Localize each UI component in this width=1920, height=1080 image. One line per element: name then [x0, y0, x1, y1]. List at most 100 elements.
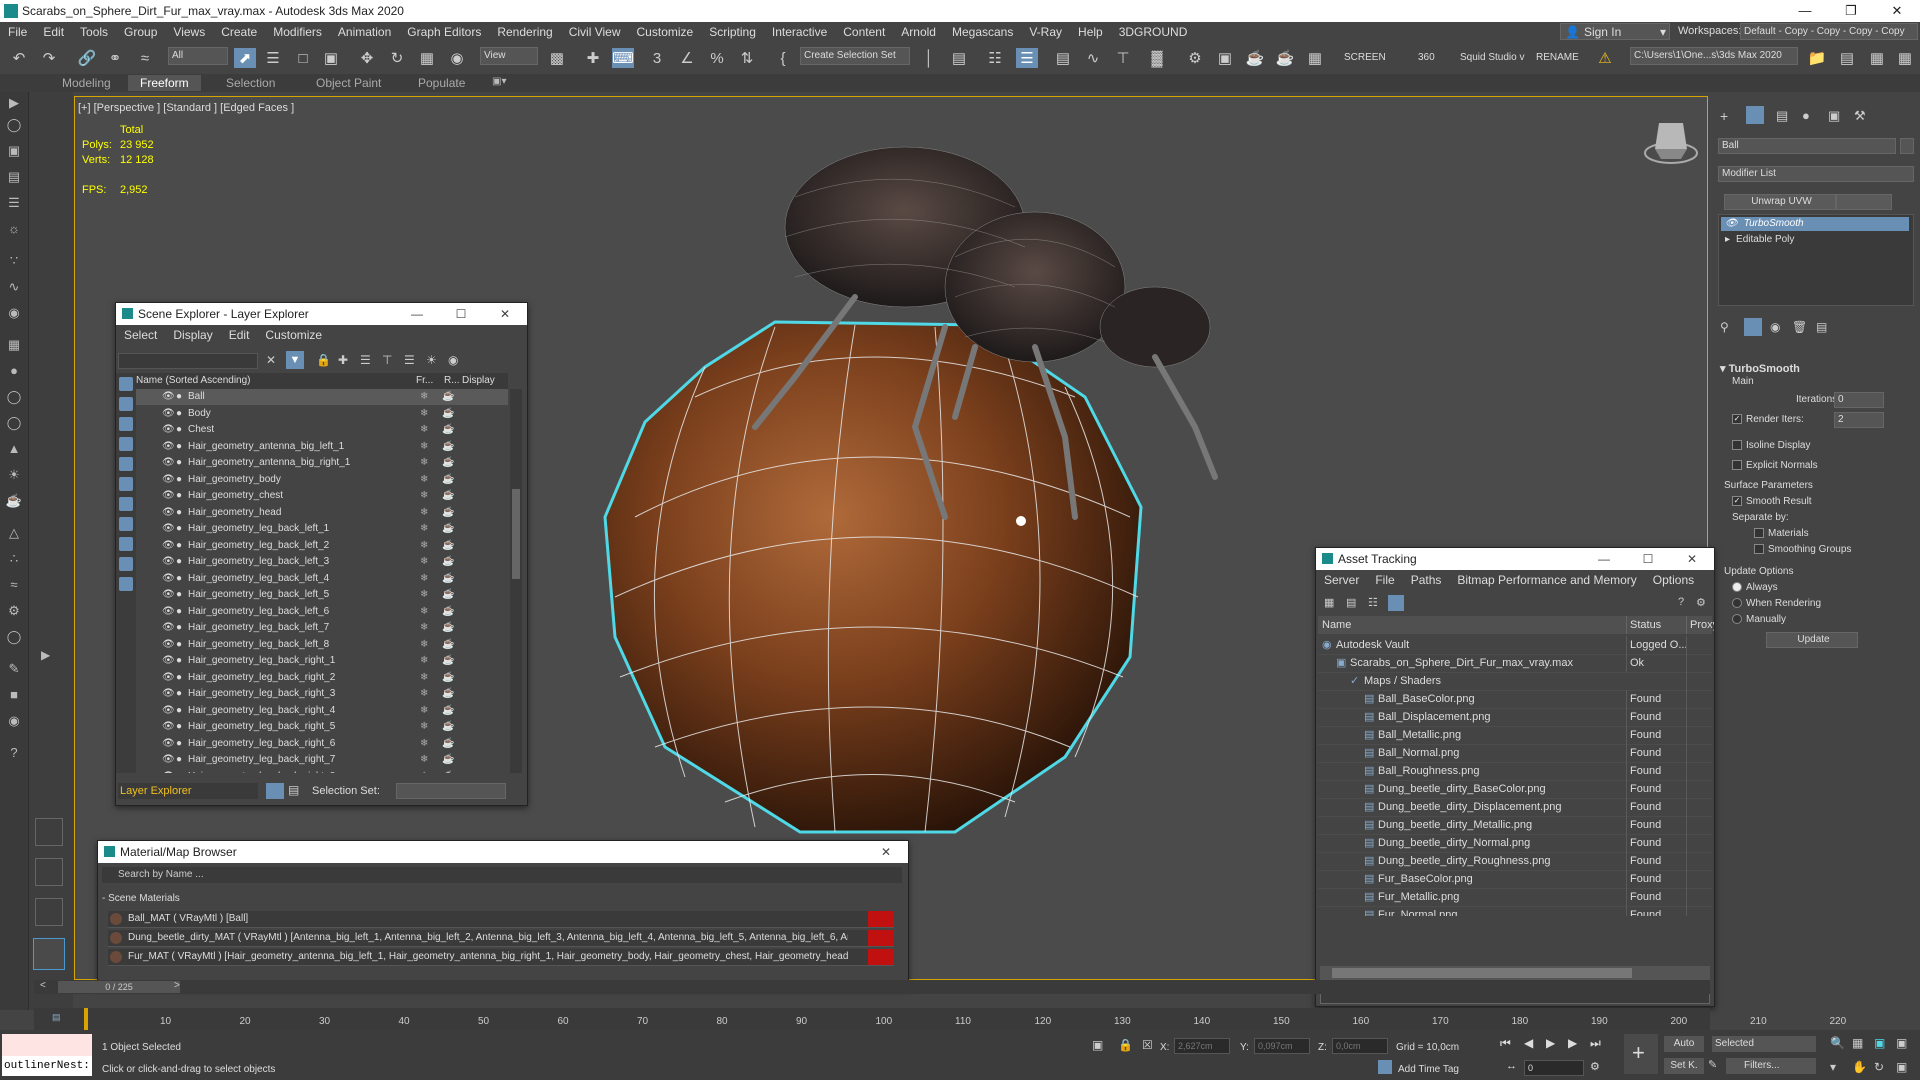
new-layer-icon[interactable]: ✚: [338, 353, 348, 367]
teapot-icon[interactable]: ☕: [442, 488, 454, 504]
teapot-icon[interactable]: ☕: [442, 587, 454, 603]
render-dot-icon[interactable]: ●: [176, 620, 182, 636]
paint-icon[interactable]: ✎: [5, 660, 23, 678]
render-dot-icon[interactable]: ●: [176, 406, 182, 422]
freeze-icon[interactable]: ❄: [420, 554, 428, 570]
sphere-icon[interactable]: ●: [5, 362, 23, 380]
light-bulb-icon[interactable]: ☀: [426, 353, 437, 367]
teapot-icon[interactable]: ☕: [442, 686, 454, 702]
eye-icon[interactable]: 👁: [162, 538, 175, 554]
explorer-row[interactable]: 👁 ● Body ❄ ☕: [136, 406, 508, 422]
display-geometry-icon[interactable]: [119, 397, 133, 411]
eye-icon[interactable]: 👁: [162, 703, 175, 719]
teapot-icon[interactable]: ☕: [442, 670, 454, 686]
help-icon[interactable]: ?: [1678, 596, 1684, 608]
y-coordinate[interactable]: 0,097cm: [1254, 1038, 1310, 1054]
ribbon-options-icon[interactable]: ▣▾: [492, 76, 506, 87]
checkbox-icon[interactable]: [1732, 460, 1742, 471]
isoline-checkbox[interactable]: Isoline Display: [1732, 440, 1810, 451]
screen-button[interactable]: SCREEN: [1344, 52, 1386, 63]
configure-sets-icon[interactable]: ▤: [1816, 320, 1827, 334]
snap-icon[interactable]: ∵: [5, 252, 23, 270]
zoom-all-icon[interactable]: ▦: [1852, 1036, 1863, 1050]
light-icon[interactable]: ☼: [5, 220, 23, 238]
prev-frame-icon[interactable]: ◀: [1524, 1036, 1533, 1050]
current-frame-field[interactable]: 0: [1524, 1060, 1584, 1076]
asset-hscrollbar[interactable]: [1320, 966, 1710, 980]
help-icon[interactable]: ?: [5, 744, 23, 762]
se-menu-select[interactable]: Select: [116, 328, 165, 342]
menu-arnold[interactable]: Arnold: [893, 25, 944, 39]
explorer-row[interactable]: 👁 ● Hair_geometry_leg_back_right_1 ❄ ☕: [136, 653, 508, 669]
close-button[interactable]: ✕: [483, 303, 527, 325]
freeze-icon[interactable]: ❄: [420, 439, 428, 455]
asset-row[interactable]: ▤ Ball_Normal.png Found: [1318, 744, 1712, 763]
zoom-extents-icon[interactable]: ▣: [1874, 1036, 1885, 1050]
col-proxy-header[interactable]: Proxy: [1686, 616, 1714, 634]
explorer-row[interactable]: 👁 ● Hair_geometry_body ❄ ☕: [136, 472, 508, 488]
checkbox-checked-icon[interactable]: ✓: [1732, 414, 1742, 425]
asset-row[interactable]: ▤ Ball_Roughness.png Found: [1318, 762, 1712, 781]
render-dot-icon[interactable]: ●: [176, 488, 182, 504]
freeze-icon[interactable]: ❄: [420, 389, 428, 405]
render-dot-icon[interactable]: ●: [176, 637, 182, 653]
project-folder-icon[interactable]: 📁: [1806, 48, 1828, 68]
teapot-icon[interactable]: ☕: [442, 521, 454, 537]
display-bones-icon[interactable]: [119, 557, 133, 571]
teapot-icon[interactable]: ☕: [442, 653, 454, 669]
eye-icon[interactable]: 👁: [162, 637, 175, 653]
object-name-field[interactable]: Ball: [1718, 138, 1896, 154]
render-setup-icon[interactable]: ⚙: [1184, 48, 1206, 68]
col-name-header[interactable]: Name (Sorted Ascending): [136, 373, 251, 389]
teapot-icon[interactable]: ☕: [442, 769, 454, 774]
explorer-row[interactable]: 👁 ● Hair_geometry_leg_back_left_3 ❄ ☕: [136, 554, 508, 570]
explorer-row[interactable]: 👁 ● Hair_geometry_leg_back_left_5 ❄ ☕: [136, 587, 508, 603]
list-view-icon[interactable]: ▤: [1346, 596, 1356, 609]
freeze-icon[interactable]: ❄: [420, 637, 428, 653]
menu-modifiers[interactable]: Modifiers: [265, 25, 330, 39]
asset-row[interactable]: ▤ Dung_beetle_dirty_Displacement.png Found: [1318, 798, 1712, 817]
eye-icon[interactable]: 👁: [162, 604, 175, 620]
render-dot-icon[interactable]: ●: [176, 736, 182, 752]
next-frame-icon[interactable]: ▶: [1568, 1036, 1577, 1050]
percent-snap-icon[interactable]: %: [706, 48, 728, 68]
freeze-icon[interactable]: ❄: [420, 752, 428, 768]
remove-modifier-icon[interactable]: 🗑: [1792, 320, 1807, 334]
rename-button[interactable]: RENAME: [1536, 52, 1579, 63]
spline-icon[interactable]: ∿: [5, 278, 23, 296]
freeze-icon[interactable]: ❄: [420, 571, 428, 587]
zoom-icon[interactable]: 🔍: [1830, 1036, 1845, 1050]
teapot-icon[interactable]: ☕: [442, 752, 454, 768]
eye-icon[interactable]: 👁: [162, 653, 175, 669]
freeze-icon[interactable]: ❄: [420, 505, 428, 521]
make-unique-icon[interactable]: ◉: [1770, 320, 1780, 334]
close-button[interactable]: ✕: [1874, 0, 1920, 22]
render-production-icon[interactable]: ☕: [1244, 48, 1266, 68]
minimize-button[interactable]: —: [395, 303, 439, 325]
menu-views[interactable]: Views: [165, 25, 213, 39]
explorer-row[interactable]: 👁 ● Hair_geometry_antenna_big_right_1 ❄ ☕: [136, 455, 508, 471]
modify-tab-icon[interactable]: [1746, 106, 1764, 124]
pan-icon[interactable]: ✋: [1852, 1060, 1867, 1074]
smooth-result-checkbox[interactable]: ✓ Smooth Result: [1732, 496, 1812, 507]
display-helpers-icon[interactable]: [119, 477, 133, 491]
maximize-viewport-icon[interactable]: ▣: [1896, 1060, 1907, 1074]
freeze-icon[interactable]: ❄: [420, 455, 428, 471]
render-dot-icon[interactable]: ●: [176, 752, 182, 768]
display-xrefs-icon[interactable]: [119, 537, 133, 551]
tab-selection[interactable]: Selection: [226, 76, 275, 90]
goto-end-icon[interactable]: ⏭: [1590, 1036, 1601, 1051]
asset-row[interactable]: ▤ Dung_beetle_dirty_BaseColor.png Found: [1318, 780, 1712, 799]
menu-content[interactable]: Content: [835, 25, 893, 39]
unwrap-uvw-button[interactable]: Unwrap UVW: [1724, 194, 1836, 210]
link-icon[interactable]: 🔗: [76, 48, 98, 68]
freeze-icon[interactable]: ❄: [420, 604, 428, 620]
menu-help[interactable]: Help: [1070, 25, 1111, 39]
layer-explorer-icon[interactable]: ☰: [1016, 48, 1038, 68]
eye-icon[interactable]: 👁: [162, 455, 175, 471]
eye-icon[interactable]: 👁: [162, 587, 175, 603]
explorer-row[interactable]: 👁 ● Hair_geometry_leg_back_left_7 ❄ ☕: [136, 620, 508, 636]
teapot-icon[interactable]: ☕: [5, 492, 23, 510]
at-menu-server[interactable]: Server: [1316, 573, 1367, 587]
render-dot-icon[interactable]: ●: [176, 769, 182, 774]
